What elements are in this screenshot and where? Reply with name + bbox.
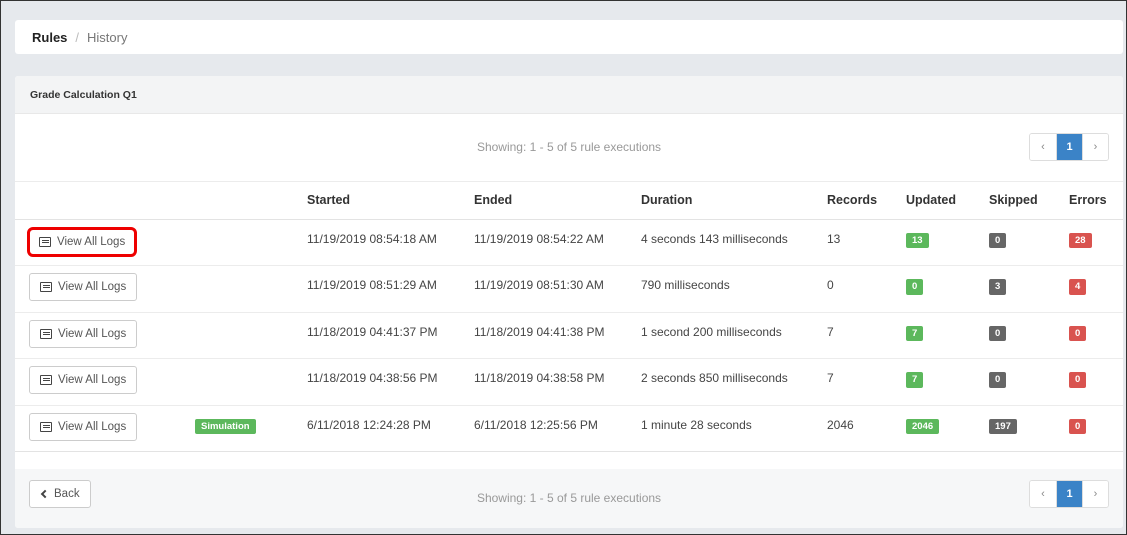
row-started: 11/19/2019 08:51:29 AM bbox=[307, 265, 474, 313]
skipped-badge: 197 bbox=[989, 418, 1017, 434]
row-started: 11/18/2019 04:41:37 PM bbox=[307, 312, 474, 359]
row-ended: 11/19/2019 08:51:30 AM bbox=[474, 265, 641, 313]
list-icon bbox=[40, 282, 52, 292]
showing-count-bottom: Showing: 1 - 5 of 5 rule executions bbox=[476, 491, 662, 505]
updated-badge: 7 bbox=[906, 325, 924, 341]
simulation-badge: Simulation bbox=[195, 418, 256, 434]
view-all-logs-button[interactable]: View All Logs bbox=[29, 273, 138, 301]
view-all-logs-button[interactable]: View All Logs bbox=[29, 412, 138, 441]
list-icon bbox=[40, 328, 52, 339]
table-row: View All Logs 11/18/2019 04:41:37 PM 11/… bbox=[15, 312, 1123, 359]
errors-badge: 4 bbox=[1069, 279, 1087, 295]
header-updated: Updated bbox=[906, 182, 989, 220]
prev-page-button[interactable]: ‹ bbox=[1030, 481, 1056, 507]
row-duration: 1 second 200 milliseconds bbox=[641, 312, 827, 359]
row-started: 11/18/2019 04:38:56 PM bbox=[307, 358, 474, 406]
executions-panel: Grade Calculation Q1 Showing: 1 - 5 of 5… bbox=[15, 76, 1123, 528]
row-duration: 790 milliseconds bbox=[641, 265, 827, 313]
table-row: View All Logs 11/19/2019 08:51:29 AM 11/… bbox=[15, 265, 1123, 313]
errors-badge: 0 bbox=[1069, 418, 1087, 434]
errors-badge: 0 bbox=[1069, 372, 1087, 388]
updated-badge: 7 bbox=[906, 372, 924, 388]
row-tag bbox=[195, 312, 307, 359]
list-icon bbox=[40, 421, 52, 432]
updated-badge: 0 bbox=[906, 279, 924, 295]
row-ended: 11/18/2019 04:38:58 PM bbox=[474, 358, 641, 406]
errors-badge: 28 bbox=[1069, 232, 1092, 248]
row-duration: 4 seconds 143 milliseconds bbox=[641, 219, 827, 266]
row-tag bbox=[195, 219, 307, 266]
skipped-badge: 0 bbox=[989, 372, 1007, 388]
row-tag bbox=[195, 265, 307, 313]
executions-table: Started Ended Duration Records Updated S… bbox=[15, 182, 1123, 452]
updated-badge: 13 bbox=[906, 232, 929, 248]
pagination-bottom: ‹ 1 › bbox=[1029, 480, 1109, 508]
breadcrumb: Rules / History bbox=[15, 20, 1123, 54]
view-all-logs-label: View All Logs bbox=[58, 374, 127, 386]
view-all-logs-label: View All Logs bbox=[58, 327, 127, 340]
view-all-logs-button[interactable]: View All Logs bbox=[27, 226, 138, 257]
list-icon bbox=[39, 236, 51, 247]
pagination-top: ‹ 1 › bbox=[1029, 133, 1109, 161]
table-row: View All Logs 11/18/2019 04:38:56 PM 11/… bbox=[15, 358, 1123, 406]
header-started: Started bbox=[307, 182, 474, 220]
table-header-row: Started Ended Duration Records Updated S… bbox=[15, 182, 1123, 220]
panel-title: Grade Calculation Q1 bbox=[15, 76, 1123, 114]
breadcrumb-rules[interactable]: Rules bbox=[32, 30, 67, 45]
view-all-logs-button[interactable]: View All Logs bbox=[29, 366, 138, 394]
row-started: 11/19/2019 08:54:18 AM bbox=[307, 219, 474, 266]
row-tag bbox=[195, 358, 307, 406]
page-1-button[interactable]: 1 bbox=[1056, 134, 1082, 160]
prev-page-button[interactable]: ‹ bbox=[1030, 134, 1056, 160]
row-records: 2046 bbox=[827, 405, 906, 452]
row-ended: 6/11/2018 12:25:56 PM bbox=[474, 405, 641, 452]
view-all-logs-label: View All Logs bbox=[58, 281, 127, 293]
updated-badge: 2046 bbox=[906, 418, 940, 434]
page-1-button[interactable]: 1 bbox=[1056, 481, 1082, 507]
showing-count-top: Showing: 1 - 5 of 5 rule executions bbox=[476, 140, 662, 154]
view-all-logs-label: View All Logs bbox=[57, 235, 126, 248]
row-ended: 11/19/2019 08:54:22 AM bbox=[474, 219, 641, 266]
row-records: 13 bbox=[827, 219, 906, 266]
header-errors: Errors bbox=[1069, 182, 1123, 220]
list-icon bbox=[40, 375, 52, 385]
breadcrumb-separator: / bbox=[75, 29, 80, 45]
row-duration: 2 seconds 850 milliseconds bbox=[641, 358, 827, 406]
table-row: View All Logs 11/19/2019 08:54:18 AM 11/… bbox=[15, 219, 1123, 266]
row-records: 7 bbox=[827, 312, 906, 359]
view-all-logs-button[interactable]: View All Logs bbox=[29, 319, 138, 348]
breadcrumb-history: History bbox=[87, 29, 128, 45]
top-toolbar: Showing: 1 - 5 of 5 rule executions ‹ 1 … bbox=[15, 114, 1123, 182]
row-started: 6/11/2018 12:24:28 PM bbox=[307, 405, 474, 452]
header-skipped: Skipped bbox=[989, 182, 1069, 220]
row-duration: 1 minute 28 seconds bbox=[641, 405, 827, 452]
header-ended: Ended bbox=[474, 182, 641, 220]
row-ended: 11/18/2019 04:41:38 PM bbox=[474, 312, 641, 359]
table-row: View All Logs Simulation 6/11/2018 12:24… bbox=[15, 405, 1123, 452]
panel-footer: Back Showing: 1 - 5 of 5 rule executions… bbox=[15, 469, 1123, 528]
skipped-badge: 0 bbox=[989, 232, 1007, 248]
next-page-button[interactable]: › bbox=[1082, 481, 1108, 507]
row-records: 0 bbox=[827, 265, 906, 313]
next-page-button[interactable]: › bbox=[1082, 134, 1108, 160]
row-records: 7 bbox=[827, 358, 906, 406]
view-all-logs-label: View All Logs bbox=[58, 420, 127, 433]
header-records: Records bbox=[827, 182, 906, 220]
skipped-badge: 3 bbox=[989, 279, 1007, 295]
skipped-badge: 0 bbox=[989, 325, 1007, 341]
errors-badge: 0 bbox=[1069, 325, 1087, 341]
header-tag bbox=[195, 182, 307, 220]
header-duration: Duration bbox=[641, 182, 827, 220]
header-actions bbox=[15, 182, 195, 220]
